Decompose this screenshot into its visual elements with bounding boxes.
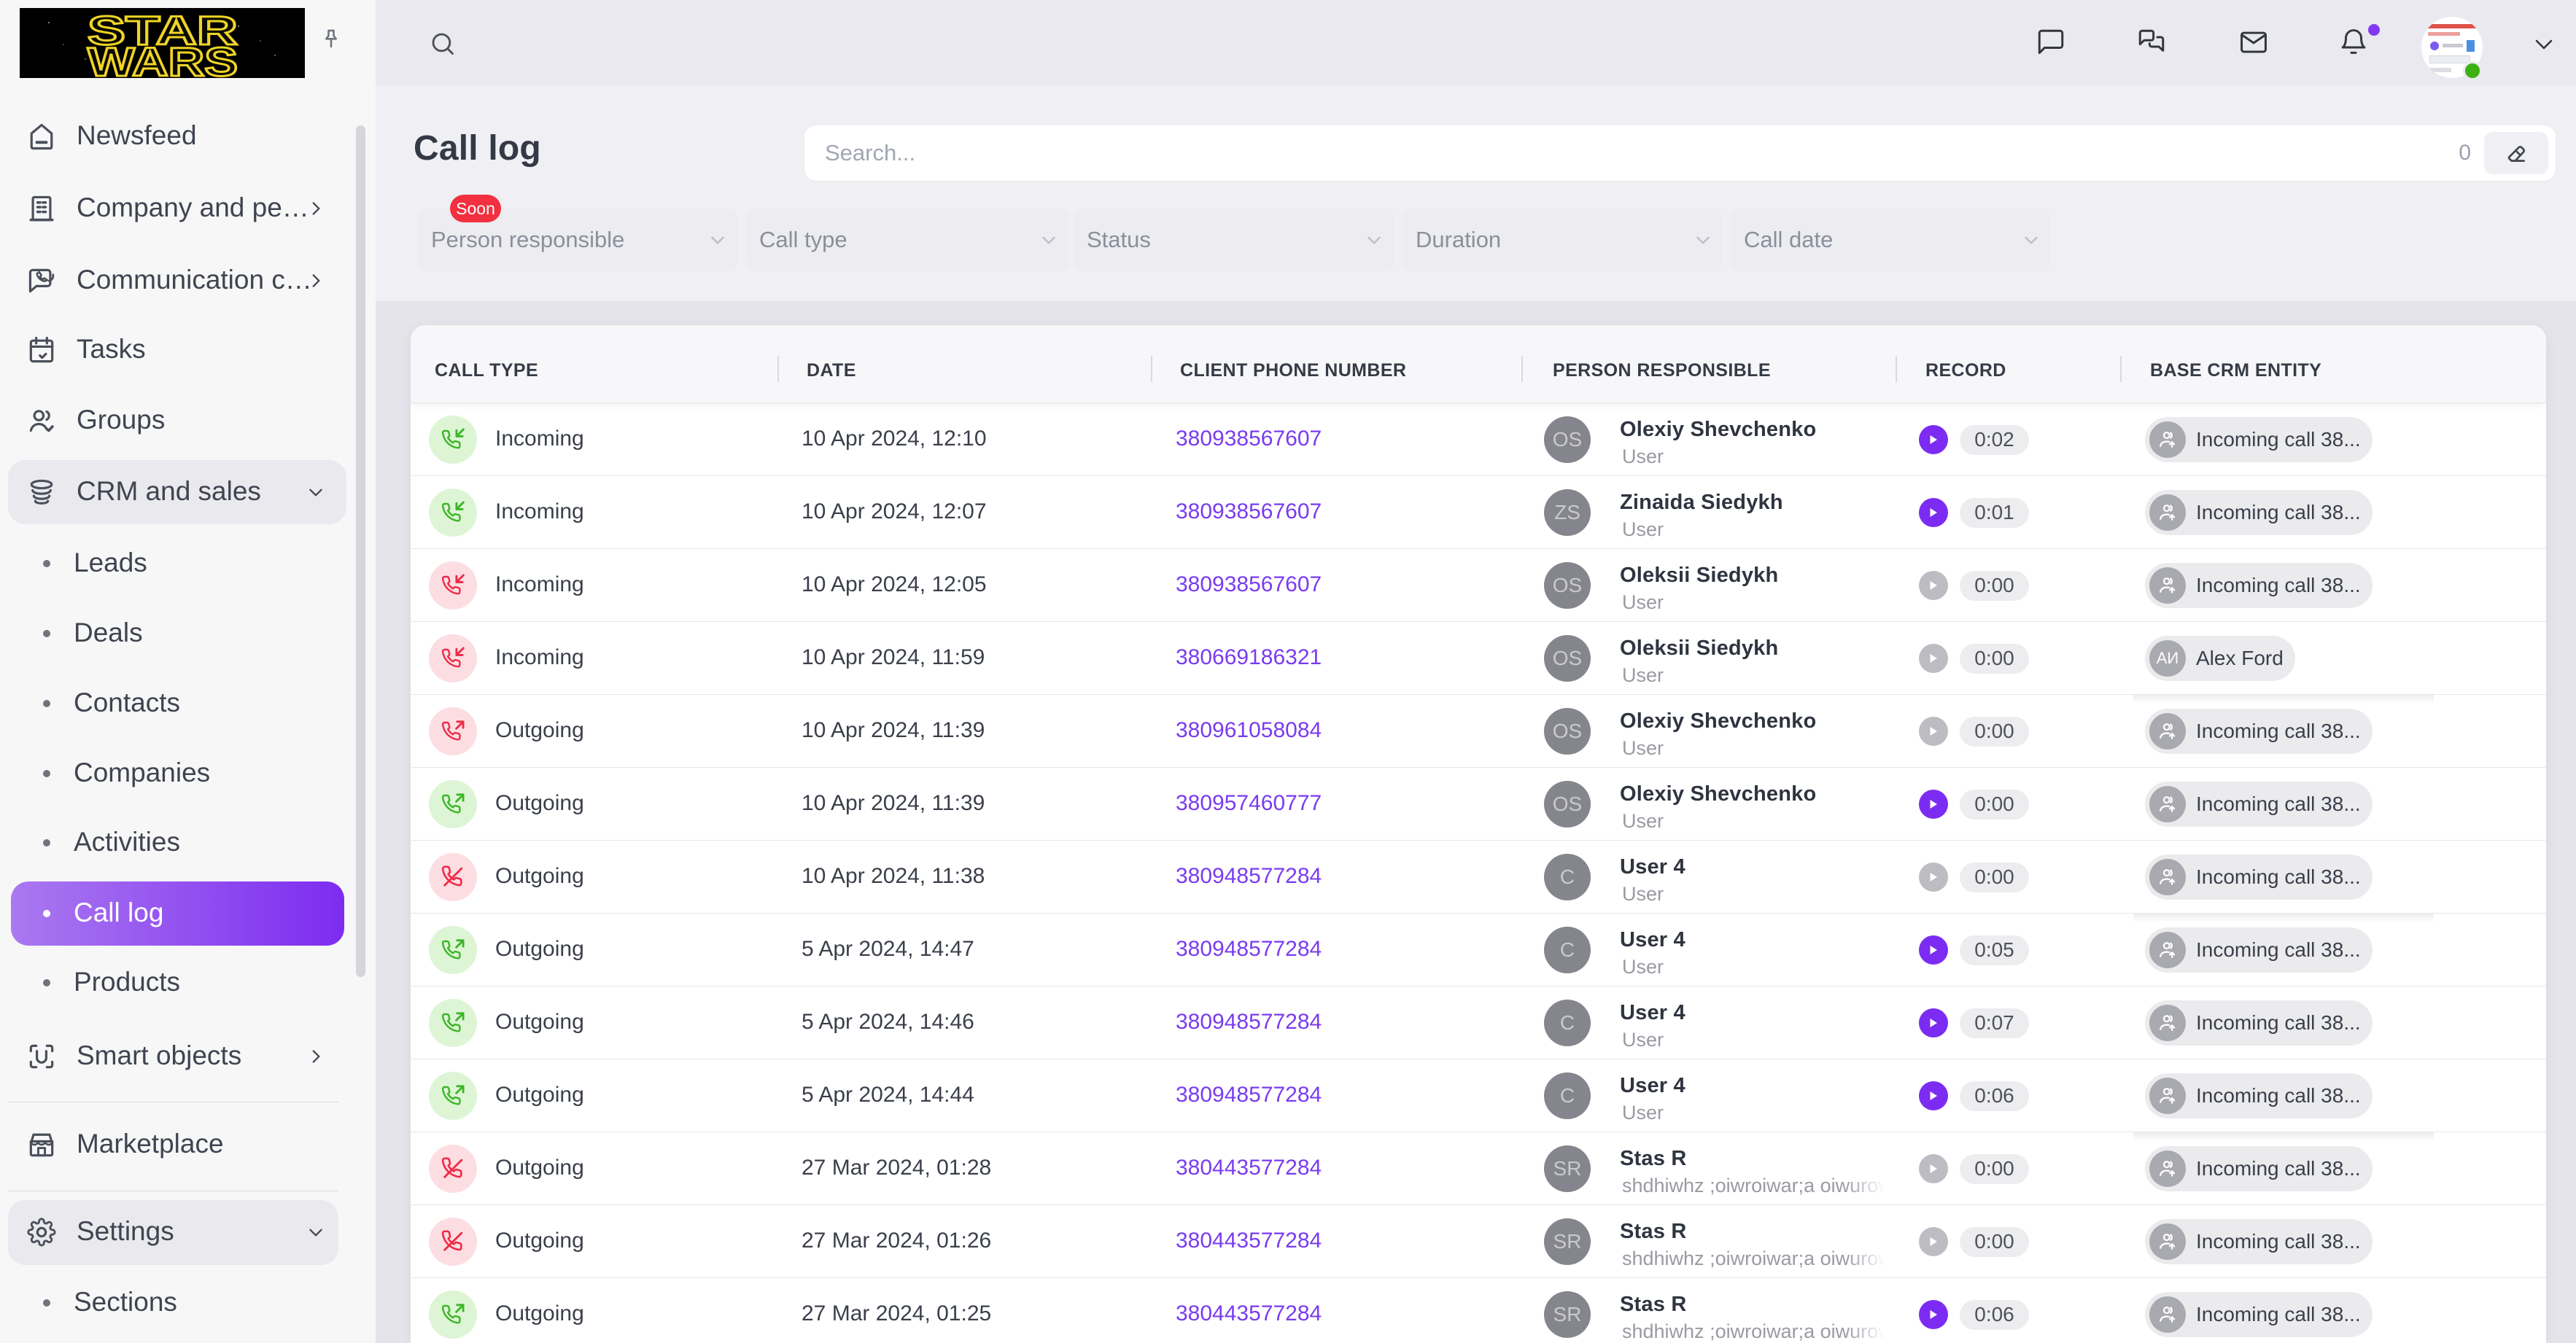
svg-text:WARS: WARS [88, 39, 238, 78]
